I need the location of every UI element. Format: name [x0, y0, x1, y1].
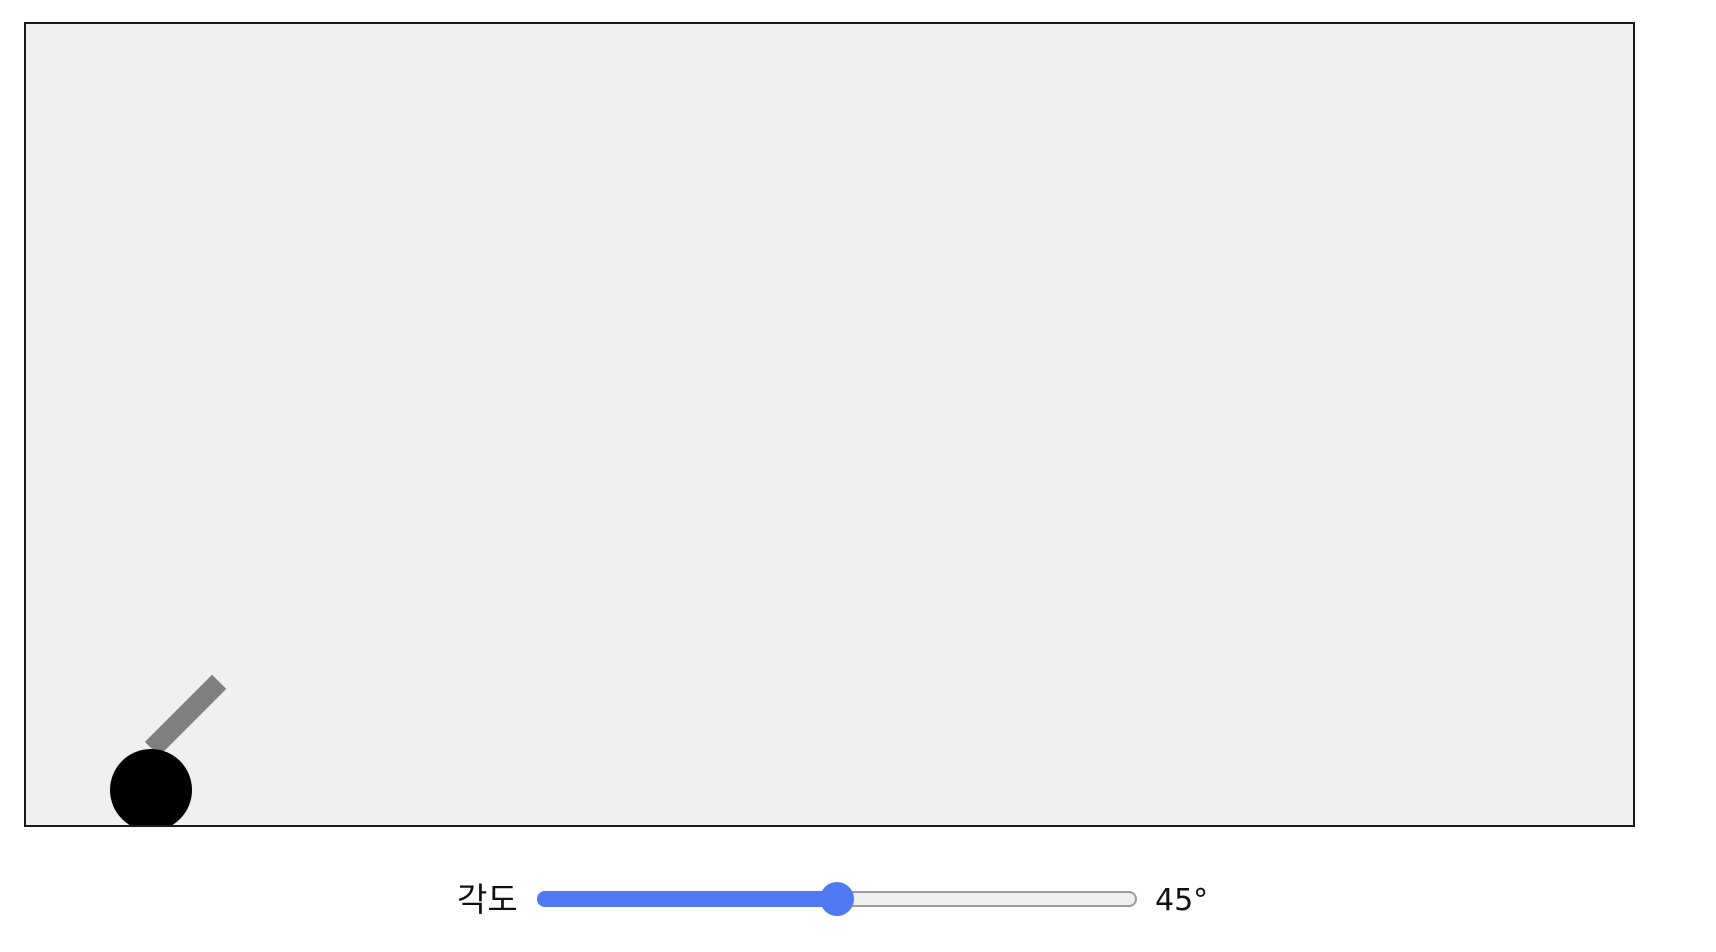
angle-slider-thumb[interactable]	[820, 882, 854, 916]
angle-slider[interactable]	[537, 882, 1137, 916]
angle-label: 각도	[457, 880, 518, 919]
angle-slider-fill	[537, 891, 837, 907]
cannon-barrel	[144, 674, 227, 757]
angle-controls: 각도 45°	[0, 870, 1716, 930]
game-canvas[interactable]	[24, 22, 1635, 827]
cannon-body	[110, 749, 192, 825]
angle-value: 45°	[1155, 883, 1209, 918]
